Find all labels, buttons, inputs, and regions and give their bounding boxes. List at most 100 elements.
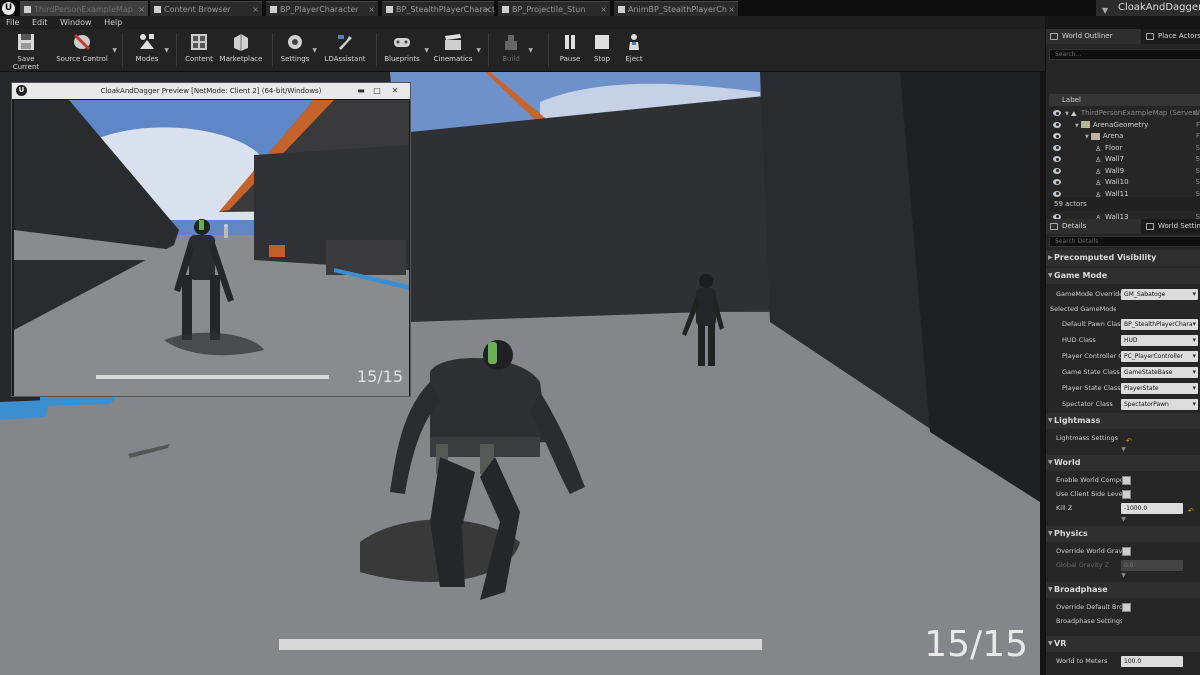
details-search-input[interactable]: Search Details (1049, 236, 1200, 247)
menu-window[interactable]: Window (60, 16, 92, 29)
outliner-row[interactable]: ▼ ⛰ ThirdPersonExampleMap (Server) W (1049, 108, 1200, 120)
visibility-eye-icon[interactable] (1053, 121, 1061, 128)
project-name: CloakAndDagger (1118, 2, 1200, 13)
chevron-down-icon[interactable]: ▼ (164, 47, 169, 54)
chevron-down-icon[interactable]: ▼ (1085, 134, 1089, 140)
section-precomputed-visibility[interactable]: ▶ Precomputed Visibility (1046, 250, 1200, 266)
ldassistant-button[interactable]: LDAssistant (322, 32, 368, 70)
actors-count: 59 actors (1049, 197, 1200, 211)
class-combo[interactable]: BP_StealthPlayerChara (1121, 319, 1198, 330)
section-world[interactable]: ▼ World (1046, 455, 1200, 471)
close-icon[interactable]: ✕ (388, 86, 402, 96)
class-combo[interactable]: GameStateBase (1121, 367, 1198, 378)
settings-button[interactable]: Settings ▼ (280, 32, 317, 70)
chevron-down-icon[interactable]: ▼ (424, 47, 429, 54)
visibility-eye-icon[interactable] (1053, 179, 1061, 185)
tab-world-outliner[interactable]: World Outliner (1046, 29, 1141, 44)
outliner-row[interactable]: ▼ Arena F (1049, 131, 1200, 143)
visibility-eye-icon[interactable] (1053, 167, 1061, 174)
outliner-row[interactable]: ♙ Wall9 S (1049, 166, 1200, 178)
outliner-row[interactable]: ▼ ArenaGeometry F (1049, 120, 1200, 132)
pause-button[interactable]: Pause (556, 32, 584, 70)
tab-content-browser[interactable]: Content Browser × (150, 1, 262, 16)
build-button[interactable]: Build ▼ (496, 32, 533, 70)
cinematics-button[interactable]: Cinematics ▼ (432, 32, 481, 70)
chevron-down-icon[interactable]: ▼ (1065, 111, 1069, 117)
chevron-down-icon[interactable]: ▼ (476, 47, 481, 54)
minimize-icon[interactable]: ▬ (354, 86, 368, 96)
class-combo[interactable]: SpectatorPawn (1121, 399, 1198, 410)
section-broadphase[interactable]: ▼ Broadphase (1046, 582, 1200, 598)
eject-button[interactable]: Eject (620, 32, 648, 70)
lightmass-settings-row[interactable]: Lightmass Settings ↶ (1046, 430, 1200, 446)
maximize-icon[interactable]: □ (370, 86, 384, 96)
tab-bp-projectile-stun[interactable]: BP_Projectile_Stun × (498, 1, 610, 16)
class-combo[interactable]: HUD (1121, 335, 1198, 346)
menu-help[interactable]: Help (104, 16, 122, 29)
selected-gamemode-row[interactable]: Selected GameMode (1046, 301, 1200, 317)
tab-place-actors[interactable]: Place Actors (1142, 29, 1200, 44)
outliner-row[interactable]: ♙ Floor S (1049, 143, 1200, 155)
close-icon[interactable]: × (252, 2, 259, 16)
gamemode-class-row: Spectator Class SpectatorPawn (1046, 396, 1200, 412)
preview-viewport[interactable]: 15/15 (14, 100, 409, 396)
outliner-row[interactable]: ♙ Wall7 S (1049, 154, 1200, 166)
visibility-eye-icon[interactable] (1053, 133, 1061, 139)
tab-animbp-stealth[interactable]: AnimBP_StealthPlayerCh × (614, 1, 738, 16)
visibility-eye-icon[interactable] (1053, 156, 1061, 162)
tab-details[interactable]: Details (1046, 219, 1141, 234)
chevron-down-icon[interactable]: ▼ (1046, 572, 1200, 580)
tab-world-settings[interactable]: World Settings (1142, 219, 1200, 234)
chevron-down-icon[interactable]: ▼ (1046, 446, 1200, 454)
content-browser-icon (154, 6, 161, 13)
outliner-search-input[interactable]: Search... (1049, 49, 1200, 60)
section-vr[interactable]: ▼ VR (1046, 636, 1200, 652)
section-lightmass[interactable]: ▼ Lightmass (1046, 413, 1200, 429)
tab-bp-player-character[interactable]: BP_PlayerCharacter × (266, 1, 378, 16)
menu-edit[interactable]: Edit (32, 16, 48, 29)
outliner-column-header[interactable]: Label (1049, 94, 1200, 106)
class-combo[interactable]: PC_PlayerController (1121, 351, 1198, 362)
chevron-down-icon[interactable]: ▼ (528, 47, 533, 54)
blueprints-button[interactable]: Blueprints ▼ (382, 32, 429, 70)
source-control-button[interactable]: Source Control ▼ (54, 32, 117, 70)
chevron-down-icon[interactable]: ▼ (1046, 516, 1200, 524)
close-icon[interactable]: × (600, 2, 607, 16)
chevron-down-icon[interactable]: ▼ (1102, 3, 1108, 19)
override-world-gravity-checkbox[interactable] (1122, 547, 1131, 556)
marketplace-button[interactable]: Marketplace (218, 32, 264, 70)
close-icon[interactable]: × (728, 2, 735, 16)
chevron-down-icon[interactable]: ▼ (112, 47, 117, 54)
broadphase-settings-row[interactable]: Broadphase Settings (1046, 613, 1200, 629)
visibility-eye-icon[interactable] (1053, 190, 1061, 197)
world-to-meters-input[interactable]: 100.0 (1121, 656, 1183, 667)
stop-button[interactable]: Stop (588, 32, 616, 70)
modes-button[interactable]: Modes ▼ (132, 32, 169, 70)
close-icon[interactable]: × (484, 2, 491, 16)
tab-third-person-map[interactable]: ThirdPersonExampleMap × (20, 1, 148, 16)
enable-world-composition-checkbox[interactable] (1122, 476, 1131, 485)
section-physics[interactable]: ▼ Physics (1046, 526, 1200, 542)
outliner-row[interactable]: ♙ Wall10 S (1049, 177, 1200, 189)
section-game-mode[interactable]: ▼ Game Mode (1046, 268, 1200, 284)
gamemode-override-combo[interactable]: GM_Sabatoge (1121, 289, 1198, 300)
close-icon[interactable]: × (138, 2, 145, 16)
tab-bp-stealth-player[interactable]: BP_StealthPlayerCharact × (382, 1, 494, 16)
use-client-side-level-checkbox[interactable] (1122, 490, 1131, 499)
chevron-down-icon[interactable]: ▼ (312, 47, 317, 54)
visibility-eye-icon[interactable] (1053, 110, 1061, 116)
override-default-broadphase-checkbox[interactable] (1122, 603, 1131, 612)
class-combo[interactable]: PlayerState (1121, 383, 1198, 394)
pie-preview-window[interactable]: U CloakAndDagger Preview [NetMode: Clien… (11, 82, 411, 397)
kill-z-input[interactable]: -1000.0 (1121, 503, 1183, 514)
right-side-panel: World Outliner Place Actors Search... La… (1045, 29, 1200, 675)
menu-file[interactable]: File (6, 16, 19, 29)
tab-label: BP_StealthPlayerCharact (396, 5, 494, 14)
save-current-button[interactable]: Save Current (4, 32, 48, 71)
chevron-down-icon[interactable]: ▼ (1075, 123, 1079, 129)
close-icon[interactable]: × (368, 2, 375, 16)
preview-title-bar[interactable]: U CloakAndDagger Preview [NetMode: Clien… (12, 83, 410, 99)
global-gravity-z-input[interactable]: 0.0 (1121, 560, 1183, 571)
visibility-eye-icon[interactable] (1053, 144, 1061, 151)
content-button[interactable]: Content (182, 32, 216, 70)
